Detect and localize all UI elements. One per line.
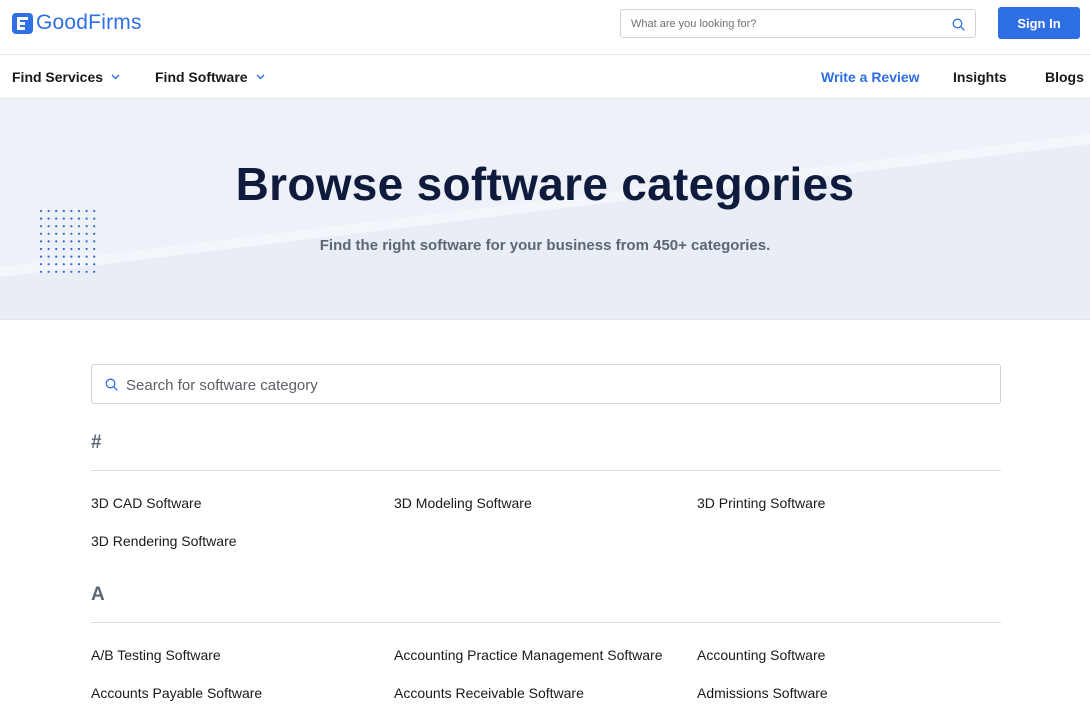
category-search-input[interactable]	[126, 374, 986, 396]
category-link[interactable]: A/B Testing Software	[91, 647, 221, 663]
section-letter-hash: #	[91, 432, 102, 453]
category-link[interactable]: Admissions Software	[697, 685, 828, 701]
category-link[interactable]: Accounts Receivable Software	[394, 685, 584, 701]
category-search-box	[91, 364, 1001, 404]
nav-insights[interactable]: Insights	[953, 69, 1007, 85]
category-link[interactable]: Accounts Payable Software	[91, 685, 262, 701]
category-link[interactable]: 3D CAD Software	[91, 495, 201, 511]
category-link[interactable]: Accounting Software	[697, 647, 825, 663]
category-link[interactable]: 3D Modeling Software	[394, 495, 532, 511]
search-icon[interactable]	[952, 18, 965, 31]
nav-write-review[interactable]: Write a Review	[821, 69, 920, 85]
nav-find-software[interactable]: Find Software	[155, 69, 265, 85]
section-divider	[91, 622, 1001, 623]
category-link[interactable]: 3D Printing Software	[697, 495, 825, 511]
hero-banner: Browse software categories Find the righ…	[0, 99, 1090, 320]
global-search-box	[620, 9, 976, 38]
nav-blogs[interactable]: Blogs	[1045, 69, 1084, 85]
chevron-down-icon	[111, 74, 120, 80]
global-search-input[interactable]	[631, 15, 931, 33]
logo-mark-icon	[12, 12, 33, 34]
nav-find-software-label: Find Software	[155, 69, 248, 85]
search-icon	[105, 378, 118, 391]
nav-find-services-label: Find Services	[12, 69, 104, 85]
nav-find-services[interactable]: Find Services	[12, 69, 120, 85]
section-letter-a: A	[91, 584, 105, 605]
main-nav: Find Services Find Software Write a Revi…	[0, 55, 1090, 99]
chevron-down-icon	[256, 74, 265, 80]
page-title: Browse software categories	[235, 158, 855, 210]
category-link[interactable]: 3D Rendering Software	[91, 533, 237, 549]
page-subtitle: Find the right software for your busines…	[319, 237, 771, 254]
top-header: GoodFirms Sign In	[0, 0, 1090, 55]
category-link[interactable]: Accounting Practice Management Software	[394, 647, 662, 663]
sign-in-button[interactable]: Sign In	[998, 7, 1080, 39]
section-divider	[91, 470, 1001, 471]
goodfirms-logo[interactable]: GoodFirms	[12, 11, 142, 35]
logo-text: GoodFirms	[36, 11, 142, 34]
